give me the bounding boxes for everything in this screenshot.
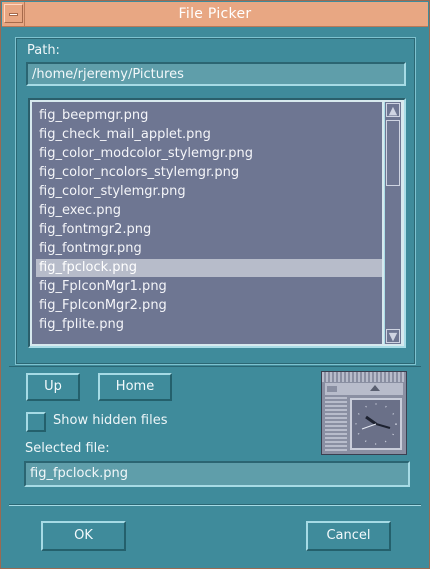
divider: [9, 366, 421, 367]
preview-clock-face: [350, 398, 402, 450]
home-button[interactable]: Home: [98, 373, 172, 401]
preview-triangle: [370, 385, 380, 391]
separator-light: [9, 505, 421, 506]
file-list[interactable]: fig_beepmgr.png fig_check_mail_applet.png…: [28, 98, 406, 348]
clock-icon: [355, 403, 397, 445]
selected-file-label: Selected file:: [25, 441, 110, 456]
window-title: File Picker: [178, 6, 252, 22]
path-label: Path:: [27, 43, 60, 58]
file-list-item[interactable]: fig_beepmgr.png: [36, 107, 382, 125]
show-hidden-label: Show hidden files: [53, 413, 168, 428]
cancel-button[interactable]: Cancel: [306, 521, 391, 551]
selected-file-field[interactable]: fig_fpclock.png: [24, 461, 410, 487]
vertical-scrollbar[interactable]: ▲ ▼: [384, 102, 401, 344]
preview-stripes: [325, 397, 347, 452]
file-list-items: fig_beepmgr.png fig_check_mail_applet.png…: [32, 102, 382, 344]
path-field[interactable]: /home/rjeremy/Pictures: [26, 62, 406, 86]
file-list-item[interactable]: fig_fpclock.png: [36, 259, 382, 277]
file-list-item[interactable]: fig_FpIconMgr2.png: [36, 297, 382, 315]
file-list-item[interactable]: fig_fontmgr2.png: [36, 221, 382, 239]
ok-button[interactable]: OK: [41, 521, 126, 551]
file-list-item[interactable]: fig_check_mail_applet.png: [36, 126, 382, 144]
file-picker-window: File Picker Path: /home/rjeremy/Pictures…: [0, 0, 430, 569]
file-list-item[interactable]: fig_color_modcolor_stylemgr.png: [36, 145, 382, 163]
file-list-item[interactable]: fig_fplite.png: [36, 316, 382, 334]
file-list-item[interactable]: fig_exec.png: [36, 202, 382, 220]
preview-stripe-bar: [322, 372, 406, 382]
scroll-up-arrow-icon[interactable]: ▲: [386, 103, 400, 117]
scroll-down-arrow-icon[interactable]: ▼: [386, 329, 400, 343]
up-button[interactable]: Up: [26, 373, 80, 401]
title-bar[interactable]: File Picker: [2, 2, 428, 27]
file-list-item[interactable]: fig_color_stylemgr.png: [36, 183, 382, 201]
file-list-item[interactable]: fig_fontmgr.png: [36, 240, 382, 258]
show-hidden-checkbox[interactable]: [26, 412, 46, 432]
file-list-item[interactable]: fig_FpIconMgr1.png: [36, 278, 382, 296]
preview-minimize: [327, 386, 337, 392]
file-list-item[interactable]: fig_color_ncolors_stylemgr.png: [36, 164, 382, 182]
clock-preview-icon: [321, 371, 407, 455]
scroll-thumb[interactable]: [386, 120, 400, 186]
